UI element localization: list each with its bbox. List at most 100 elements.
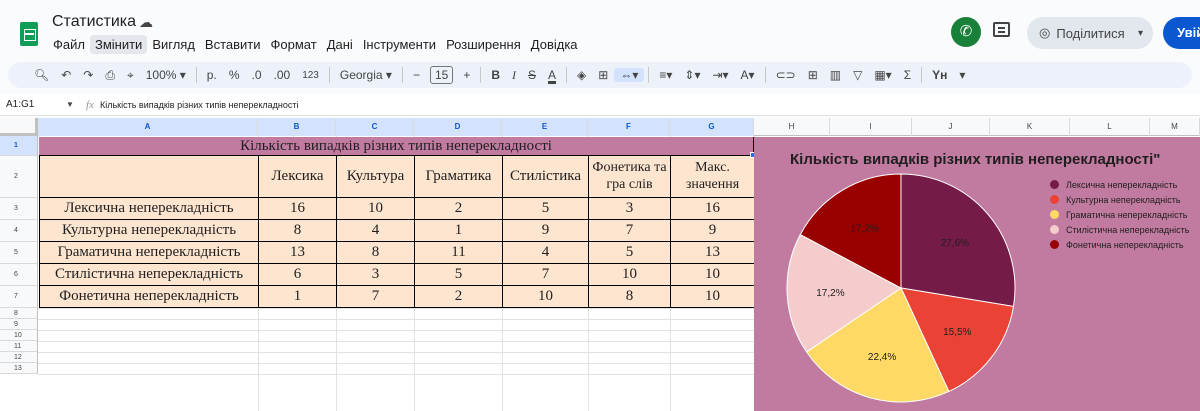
table-cell[interactable]: 8 [259, 220, 337, 242]
insert-comment-icon[interactable]: ⊞ [802, 68, 824, 82]
font-size-input[interactable]: 15 [429, 66, 454, 84]
table-cell[interactable]: 7 [337, 286, 415, 308]
borders-icon[interactable]: ⊞ [592, 68, 614, 82]
table-cell[interactable]: 9 [503, 220, 589, 242]
table-cell[interactable]: 9 [671, 220, 755, 242]
insert-link-icon[interactable]: ⊂⊃ [770, 68, 802, 82]
menu-item[interactable]: Формат [266, 35, 322, 54]
table-cell[interactable]: 13 [259, 242, 337, 264]
sheet-grid[interactable]: ABCDEFGHIJKLM 1 2 3 4 5 6 7 8 9 10 11 12 13 Кількіст… [0, 118, 1200, 411]
column-header[interactable]: G [670, 118, 754, 136]
table-cell[interactable]: 16 [671, 198, 755, 220]
column-header[interactable]: D [414, 118, 502, 136]
print-icon[interactable]: ⎙ [99, 68, 121, 83]
column-header[interactable]: L [1070, 118, 1150, 136]
table-cell[interactable]: 1 [415, 220, 503, 242]
table-cell[interactable]: Культурна неперекладність [39, 220, 259, 242]
table-cell[interactable]: 10 [503, 286, 589, 308]
call-icon[interactable]: ✆ [951, 17, 981, 47]
column-header[interactable]: H [754, 118, 830, 136]
font-select[interactable]: Georgia ▾ [334, 68, 398, 82]
table-cell[interactable]: 11 [415, 242, 503, 264]
decrease-decimal-button[interactable]: .0 [245, 68, 267, 82]
legend-item[interactable]: Стилістична неперекладність [1050, 222, 1189, 237]
table-title-cell[interactable]: Кількість випадків різних типів неперекл… [39, 137, 754, 156]
row-header[interactable]: 9 [0, 319, 38, 330]
zoom-select[interactable]: 100% ▾ [140, 68, 192, 82]
table-header-cell[interactable]: Стилістика [503, 156, 589, 198]
menu-item[interactable]: Інструменти [358, 35, 441, 54]
strikethrough-button[interactable]: S [522, 68, 542, 82]
fill-color-icon[interactable]: ◈ [571, 68, 592, 82]
paint-format-icon[interactable]: ⌖ [121, 68, 140, 83]
functions-button[interactable]: Σ [898, 68, 917, 82]
table-cell[interactable]: 10 [671, 286, 755, 308]
table-cell[interactable]: 8 [589, 286, 671, 308]
text-wrapping-icon[interactable]: ⇥▾ [706, 68, 734, 82]
table-cell[interactable]: 10 [337, 198, 415, 220]
table-cell[interactable]: 4 [337, 220, 415, 242]
table-cell[interactable]: 1 [259, 286, 337, 308]
row-header[interactable]: 8 [0, 308, 38, 319]
chevron-down-icon[interactable]: ▼ [66, 100, 86, 109]
legend-item[interactable]: Культурна неперекладність [1050, 192, 1189, 207]
menu-item[interactable]: Вигляд [147, 35, 200, 54]
number-format-button[interactable]: 123 [296, 70, 325, 81]
table-header-cell[interactable]: Лексика [259, 156, 337, 198]
table-cell[interactable]: 3 [589, 198, 671, 220]
document-title[interactable]: Статистика [52, 13, 136, 31]
table-cell[interactable]: 3 [337, 264, 415, 286]
text-rotation-icon[interactable]: A▾ [735, 68, 761, 82]
chevron-down-icon[interactable]: ▾ [953, 68, 971, 82]
menu-item[interactable]: Довідка [526, 35, 583, 54]
table-cell[interactable]: 8 [337, 242, 415, 264]
menu-item[interactable]: Вставити [200, 35, 266, 54]
vertical-align-icon[interactable]: ⇕▾ [678, 68, 706, 82]
legend-item[interactable]: Фонетична неперекладність [1050, 237, 1189, 252]
menu-item[interactable]: Дані [322, 35, 358, 54]
table-header-cell[interactable]: Фонетика та гра слів [589, 156, 671, 198]
table-cell[interactable]: 7 [589, 220, 671, 242]
font-size-decrease-button[interactable]: − [407, 68, 426, 82]
comments-icon[interactable] [993, 22, 1010, 37]
share-button[interactable]: ◎ Поділитися ▾ [1027, 17, 1153, 49]
column-header[interactable]: A [38, 118, 258, 136]
undo-icon[interactable]: ↶ [55, 68, 77, 82]
menu-item[interactable]: Розширення [441, 35, 526, 54]
signin-button[interactable]: Увій [1163, 17, 1200, 49]
table-cell[interactable]: Граматична неперекладність [39, 242, 259, 264]
legend-item[interactable]: Лексична неперекладність [1050, 177, 1189, 192]
filter-icon[interactable]: ▽ [847, 68, 868, 82]
input-tools-button[interactable]: Yн [926, 68, 953, 82]
column-header[interactable]: I [830, 118, 912, 136]
table-cell[interactable]: 2 [415, 286, 503, 308]
row-header[interactable]: 4 [0, 220, 38, 242]
menu-item[interactable]: Файл [48, 35, 90, 54]
sheets-logo-icon[interactable] [20, 22, 38, 46]
row-header[interactable]: 3 [0, 198, 38, 220]
text-color-button[interactable]: A [542, 68, 562, 82]
increase-decimal-button[interactable]: .00 [268, 68, 297, 82]
column-header[interactable]: E [502, 118, 588, 136]
filter-views-icon[interactable]: ▦▾ [868, 68, 897, 82]
row-header[interactable]: 5 [0, 242, 38, 264]
legend-item[interactable]: Граматична неперекладність [1050, 207, 1189, 222]
table-cell[interactable]: Стилістична неперекладність [39, 264, 259, 286]
table-cell[interactable]: 10 [589, 264, 671, 286]
row-header[interactable]: 12 [0, 352, 38, 363]
pie-chart[interactable]: 27,6% 15,5% 22,4% 17,2% 17,2% Кількість випа… [754, 137, 1200, 411]
percent-format-button[interactable]: % [223, 68, 246, 82]
table-cell[interactable]: 5 [589, 242, 671, 264]
table-header-cell[interactable]: Культура [337, 156, 415, 198]
insert-chart-icon[interactable]: ▥ [824, 68, 847, 82]
table-header-cell[interactable] [39, 156, 259, 198]
table-cell[interactable]: 13 [671, 242, 755, 264]
table-header-cell[interactable]: Граматика [415, 156, 503, 198]
row-header[interactable]: 10 [0, 330, 38, 341]
table-cell[interactable]: 7 [503, 264, 589, 286]
cloud-status-icon[interactable]: ☁ [139, 14, 153, 31]
name-box[interactable]: A1:G1 [0, 99, 66, 110]
column-header[interactable]: K [990, 118, 1070, 136]
row-header[interactable]: 1 [0, 136, 38, 156]
table-cell[interactable]: 4 [503, 242, 589, 264]
